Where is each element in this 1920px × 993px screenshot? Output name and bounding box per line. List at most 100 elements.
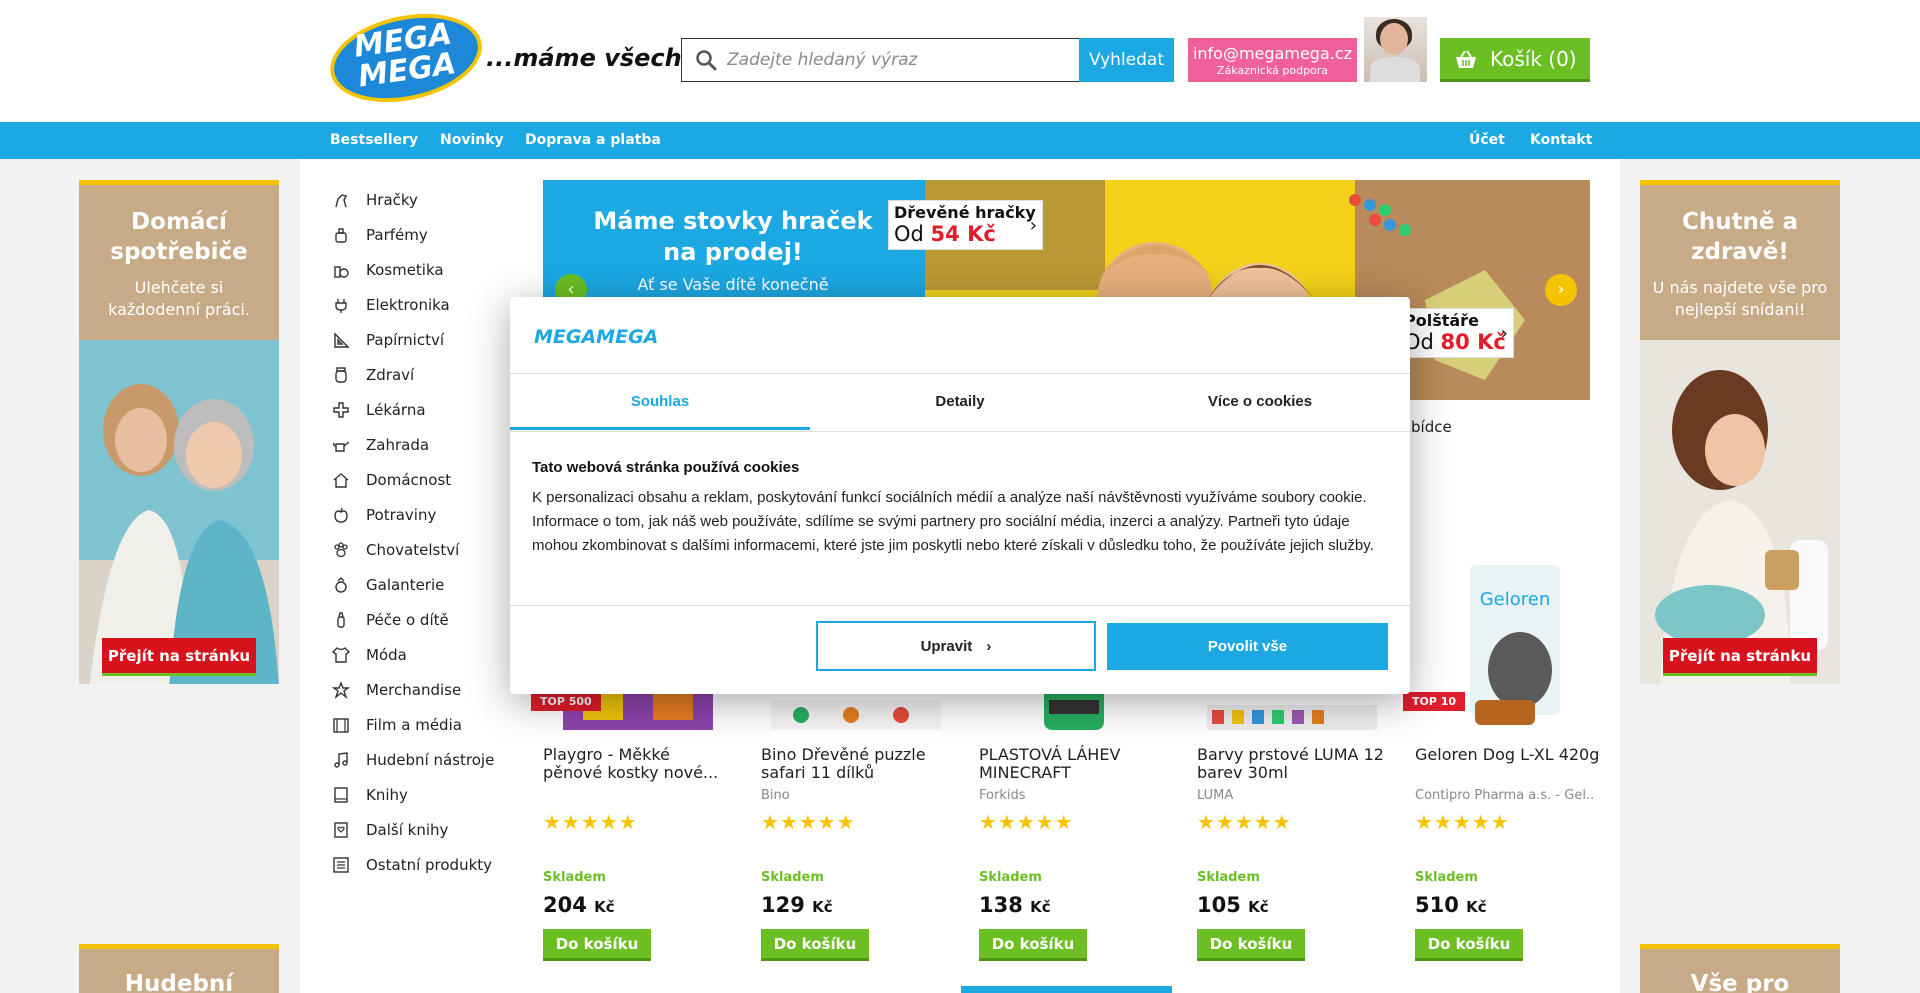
category-item[interactable]: Merchandise (330, 678, 510, 702)
price-currency: Kč (594, 898, 615, 916)
stock-status: Skladem (1415, 870, 1478, 885)
category-item[interactable]: Chovatelství (330, 538, 510, 562)
divider (510, 373, 1410, 374)
category-item[interactable]: Parfémy (330, 223, 510, 247)
film-icon (333, 718, 349, 733)
price-value: 129 (761, 893, 805, 917)
category-item[interactable]: Další knihy (330, 818, 510, 842)
left-banner-button[interactable]: Přejít na stránku (102, 638, 256, 676)
category-label: Galanterie (366, 576, 445, 594)
nav-contact[interactable]: Kontakt (1530, 132, 1592, 148)
nav-bestsellers[interactable]: Bestsellery (330, 132, 418, 148)
price-value: 510 (1415, 893, 1459, 917)
customize-button[interactable]: Upravit › (816, 621, 1096, 671)
left-promo-banner-2[interactable]: Hudební (79, 944, 279, 993)
cookie-heading: Tato webová stránka používá cookies (532, 459, 800, 476)
active-tab-indicator (510, 427, 810, 430)
support-email[interactable]: info@megamega.cz (1188, 44, 1357, 63)
product-name[interactable]: PLASTOVÁ LÁHEV MINECRAFT (979, 746, 1169, 782)
plug-icon (335, 299, 347, 313)
rating-stars: ★★★★★ (761, 810, 856, 834)
hero-title: Máme stovky hraček na prodej! (593, 207, 873, 266)
product-brand: LUMA (1197, 788, 1234, 803)
category-item[interactable]: Hračky (330, 188, 510, 212)
add-to-cart-button[interactable]: Do košíku (761, 929, 869, 961)
category-label: Film a média (366, 716, 462, 734)
right-banner-button[interactable]: Přejít na stránku (1663, 638, 1817, 676)
product-name[interactable]: Playgro - Měkké pěnové kostky nové... (543, 746, 733, 782)
add-to-cart-button[interactable]: Do košíku (1197, 929, 1305, 961)
right-promo-banner-2[interactable]: Vše pro (1640, 944, 1840, 993)
add-to-cart-button[interactable]: Do košíku (1415, 929, 1523, 961)
category-item[interactable]: Zahrada (330, 433, 510, 457)
cosmetics-icon (334, 266, 349, 278)
category-item[interactable]: Elektronika (330, 293, 510, 317)
book-icon (334, 787, 348, 803)
product-price: 105 Kč (1197, 893, 1269, 917)
banner-photo (1640, 340, 1840, 684)
tab-details[interactable]: Detaily (810, 393, 1110, 427)
product-badge: TOP 500 (531, 692, 601, 711)
site-header: MEGA MEGA ...máme všechno! Vyhledat info… (0, 0, 1920, 122)
category-label: Zdraví (366, 366, 415, 384)
product-card[interactable]: Geloren TOP 10 Geloren Dog L-XL 420g Contip… (1403, 560, 1605, 980)
category-label: Knihy (366, 786, 408, 804)
rating-stars: ★★★★★ (543, 810, 638, 834)
category-label: Domácnost (366, 471, 452, 489)
category-label: Další knihy (366, 821, 449, 839)
tab-about-cookies[interactable]: Více o cookies (1110, 393, 1410, 427)
nav-new[interactable]: Novinky (440, 132, 504, 148)
nav-shipping[interactable]: Doprava a platba (525, 132, 661, 148)
carousel-next-arrow[interactable]: › (1545, 274, 1577, 306)
category-label: Papírnictví (366, 331, 445, 349)
category-item[interactable]: Domácnost (330, 468, 510, 492)
product-name[interactable]: Barvy prstové LUMA 12 barev 30ml (1197, 746, 1387, 782)
site-logo[interactable]: MEGA MEGA (321, 0, 491, 116)
cookie-logo-text: MEGAMEGA (534, 326, 658, 347)
search-input[interactable] (727, 39, 1067, 81)
hero-tag-wooden-toys[interactable]: Dřevěné hračky Od 54 Kč › (888, 200, 1043, 250)
category-label: Hračky (366, 191, 418, 209)
chevron-right-icon: › (1029, 215, 1037, 236)
category-label: Móda (366, 646, 407, 664)
category-item[interactable]: Lékárna (330, 398, 510, 422)
product-name[interactable]: Geloren Dog L-XL 420g (1415, 746, 1605, 764)
price-currency: Kč (1248, 898, 1269, 916)
nav-account[interactable]: Účet (1469, 132, 1505, 148)
category-item[interactable]: Zdraví (330, 363, 510, 387)
category-item[interactable]: Hudební nástroje (330, 748, 510, 772)
customize-label: Upravit (920, 637, 973, 655)
category-item[interactable]: Potraviny (330, 503, 510, 527)
tag-prefix: Od (894, 222, 924, 246)
left-promo-banner[interactable]: Domácí spotřebiče Ulehčete si každodenní… (79, 180, 279, 684)
add-to-cart-button[interactable]: Do košíku (543, 929, 651, 961)
allow-all-button[interactable]: Povolit vše (1107, 623, 1388, 670)
tab-consent[interactable]: Souhlas (510, 393, 810, 427)
category-item[interactable]: Kosmetika (330, 258, 510, 282)
add-to-cart-button[interactable]: Do košíku (979, 929, 1087, 961)
tag-title: Polštáře (1404, 311, 1479, 330)
cart-button[interactable]: Košík (0) (1440, 38, 1590, 82)
customer-support[interactable]: info@megamega.cz Zákaznická podpora (1188, 38, 1357, 82)
megamega-logo: MEGAMEGA (534, 326, 658, 347)
category-item[interactable]: Papírnictví (330, 328, 510, 352)
category-label: Elektronika (366, 296, 450, 314)
product-price: 204 Kč (543, 893, 615, 917)
category-item[interactable]: Galanterie (330, 573, 510, 597)
search-button[interactable]: Vyhledat (1079, 38, 1174, 82)
category-item[interactable]: Knihy (330, 783, 510, 807)
show-more-button[interactable] (961, 986, 1172, 993)
star-icon (332, 681, 350, 699)
stock-status: Skladem (761, 870, 824, 885)
category-item[interactable]: Ostatní produkty (330, 853, 510, 877)
category-item[interactable]: Móda (330, 643, 510, 667)
category-label: Kosmetika (366, 261, 444, 279)
product-name[interactable]: Bino Dřevěné puzzle safari 11 dílků (761, 746, 951, 782)
banner-subtitle: Ulehčete si každodenní práci. (108, 278, 250, 319)
category-item[interactable]: Film a média (330, 713, 510, 737)
product-brand: Bino (761, 788, 790, 803)
right-promo-banner[interactable]: Chutně a zdravě! U nás najdete vše pro n… (1640, 180, 1840, 684)
watering-can-icon (333, 441, 350, 452)
category-item[interactable]: Péče o dítě (330, 608, 510, 632)
hero-tag-pillows[interactable]: Polštáře Od 80 Kč › (1401, 308, 1514, 358)
